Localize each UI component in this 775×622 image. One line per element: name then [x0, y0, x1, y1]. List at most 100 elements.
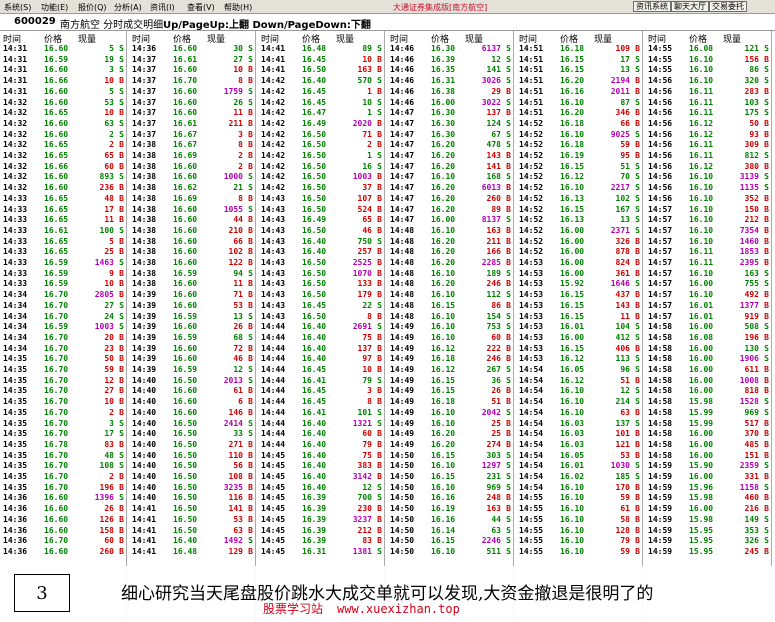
- table-row: 14:39 16.60 26 B: [129, 322, 256, 333]
- table-row: 14:53 15.92 1646 S: [516, 279, 643, 290]
- tick-time: 14:41: [132, 504, 157, 514]
- menu-quote[interactable]: 报价(Q): [78, 2, 107, 13]
- tick-volume: 1008: [739, 375, 759, 385]
- tick-flag: B: [377, 215, 382, 225]
- menu-system[interactable]: 系统(S): [4, 2, 31, 13]
- tick-volume: 3: [109, 65, 114, 75]
- tick-price: 16.50: [173, 472, 198, 481]
- tick-flag: B: [119, 161, 124, 171]
- tick-volume: 8: [238, 76, 243, 86]
- table-row: 14:50 16.15 2246 S: [387, 536, 514, 547]
- tick-price: 16.15: [560, 343, 585, 353]
- tick-volume: 185: [615, 472, 630, 481]
- table-row: 14:40 16.50 271 B: [129, 440, 256, 451]
- tick-volume: 59: [620, 493, 630, 503]
- tick-price: 16.50: [173, 514, 198, 524]
- tick-flag: S: [248, 54, 253, 64]
- tick-time: 14:44: [261, 407, 286, 417]
- table-row: 14:53 16.15 11 B: [516, 312, 643, 323]
- tick-volume: 33: [233, 429, 243, 439]
- tick-volume: 141: [228, 504, 243, 514]
- tick-price: 16.08: [689, 332, 714, 342]
- tick-time: 14:58: [648, 354, 673, 364]
- table-row: 14:42 16.45 10 S: [258, 98, 385, 109]
- tick-flag: S: [119, 118, 124, 128]
- tick-price: 16.50: [302, 204, 327, 214]
- table-row: 14:43 16.40 257 B: [258, 247, 385, 258]
- tick-flag: S: [506, 76, 511, 86]
- table-row: 14:57 16.11 1853 B: [645, 247, 772, 258]
- tick-detail-grid[interactable]: 时间 价格 现量 14:31 16.60 5 S 14:31 16.59 19 S 14:31 16.6…: [0, 31, 775, 622]
- tick-time: 14:32: [3, 129, 28, 139]
- tick-flag: B: [635, 536, 640, 546]
- tick-volume: 25: [491, 429, 501, 439]
- table-row: 14:47 16.10 168 S: [387, 172, 514, 183]
- tick-volume: 101: [615, 429, 630, 439]
- table-row: 14:58 16.08 196 B: [645, 333, 772, 344]
- table-row: 14:49 16.20 25 B: [387, 429, 514, 440]
- trade-order-button[interactable]: 交易委托: [709, 1, 747, 12]
- chat-hall-button[interactable]: 聊天大厅: [671, 1, 709, 12]
- tick-volume: 1759: [223, 86, 243, 96]
- tick-time: 14:51: [519, 65, 544, 75]
- tick-flag: S: [248, 86, 253, 96]
- menu-info[interactable]: 资讯(I): [150, 2, 175, 13]
- tick-column: 时间 价格 现量 14:46 16.30 6137 S 14:46 16.39 12 S 14:46 1…: [387, 31, 514, 622]
- tick-flag: B: [248, 108, 253, 118]
- table-row: 14:49 16.10 25 B: [387, 419, 514, 430]
- tick-flag: S: [635, 322, 640, 332]
- tick-flag: B: [248, 525, 253, 535]
- table-row: 14:50 16.10 511 S: [387, 547, 514, 558]
- menu-function[interactable]: 功能(E): [41, 2, 68, 13]
- tick-flag: B: [635, 514, 640, 524]
- tick-price: 16.70: [44, 386, 69, 396]
- menu-help[interactable]: 帮助(H): [224, 2, 252, 13]
- tick-time: 14:59: [648, 514, 673, 524]
- table-row: 14:35 16.70 27 B: [0, 386, 127, 397]
- tick-time: 14:51: [519, 97, 544, 107]
- tick-price: 16.65: [44, 108, 69, 118]
- tick-volume: 60: [104, 161, 114, 171]
- tick-flag: S: [635, 204, 640, 214]
- table-row: 14:34 16.70 20 B: [0, 333, 127, 344]
- tick-flag: S: [764, 322, 769, 332]
- table-row: 14:44 16.40 79 B: [258, 440, 385, 451]
- tick-price: 16.50: [173, 504, 198, 514]
- tick-price: 16.50: [173, 375, 198, 385]
- tick-time: 14:34: [3, 311, 28, 321]
- info-system-button[interactable]: 资讯系统: [633, 1, 671, 12]
- tick-time: 14:32: [3, 108, 28, 118]
- tick-price: 16.60: [44, 118, 69, 128]
- menu-analysis[interactable]: 分析(A): [114, 2, 142, 13]
- info-bar: 600029 南方航空 分时成交明细 Up/PageUp:上翻 Down/Pag…: [0, 14, 775, 31]
- tick-flag: S: [764, 108, 769, 118]
- tick-volume: 143: [615, 300, 630, 310]
- tick-volume: 1853: [739, 247, 759, 257]
- table-row: 14:55 16.10 86 S: [645, 65, 772, 76]
- tick-time: 14:40: [132, 450, 157, 460]
- tick-time: 14:58: [648, 407, 673, 417]
- tick-flag: B: [119, 514, 124, 524]
- menu-view[interactable]: 查看(V): [187, 2, 215, 13]
- tick-price: 16.60: [173, 279, 198, 289]
- tick-volume: 44: [491, 514, 501, 524]
- tick-time: 14:33: [3, 258, 28, 267]
- tick-price: 16.70: [44, 482, 69, 492]
- table-row: 14:43 16.50 2525 B: [258, 258, 385, 269]
- tick-time: 14:58: [648, 439, 673, 449]
- tick-time: 14:43: [261, 268, 286, 278]
- table-row: 14:44 16.45 3 B: [258, 386, 385, 397]
- tick-time: 14:58: [648, 322, 673, 332]
- tick-volume: 222: [486, 343, 501, 353]
- tick-volume: 303: [486, 450, 501, 460]
- tick-flag: S: [119, 418, 124, 428]
- tick-time: 14:57: [648, 300, 673, 310]
- table-row: 14:53 16.15 406 B: [516, 344, 643, 355]
- tick-price: 16.00: [560, 225, 585, 235]
- tick-time: 14:41: [132, 514, 157, 524]
- tick-volume: 10: [233, 65, 243, 75]
- tick-time: 14:57: [648, 268, 673, 278]
- tick-volume: 6137: [481, 44, 501, 53]
- tick-time: 14:54: [519, 386, 544, 396]
- tick-price: 16.10: [560, 386, 585, 396]
